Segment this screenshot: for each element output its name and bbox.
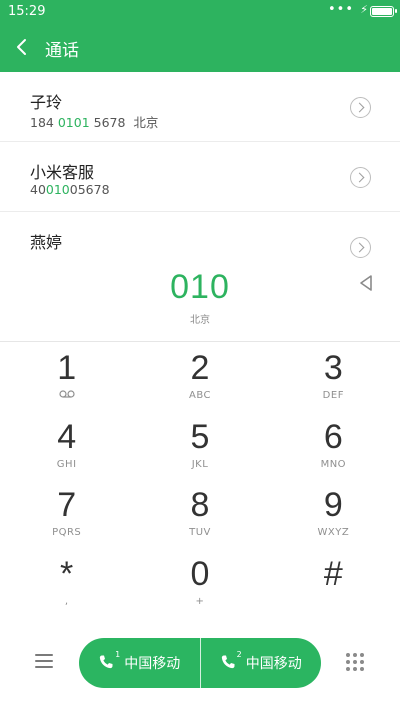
key-2[interactable]: 2 ABC bbox=[133, 348, 266, 417]
hide-keypad-icon[interactable] bbox=[346, 653, 364, 671]
contact-number: 4001005678 bbox=[30, 182, 110, 197]
key-5[interactable]: 5 JKL bbox=[133, 417, 266, 486]
key-digit: 2 bbox=[190, 349, 210, 387]
key-star[interactable]: *, bbox=[0, 554, 133, 623]
contact-item[interactable]: 燕婷 bbox=[0, 212, 400, 258]
carrier-label: 中国移动 bbox=[124, 656, 181, 672]
number-match: 010 bbox=[45, 182, 70, 197]
key-0[interactable]: 0 + bbox=[133, 554, 266, 623]
key-digit: 4 bbox=[57, 417, 77, 456]
key-9[interactable]: 9 WXYZ bbox=[267, 485, 400, 554]
sim-number: 2 bbox=[236, 650, 242, 659]
contact-name: 子玲 bbox=[30, 93, 63, 112]
key-letters: JKL bbox=[191, 458, 209, 470]
call-button-group: 1 中国移动 2 中国移动 bbox=[79, 638, 321, 688]
contact-number: 184 0101 5678 北京 bbox=[30, 112, 158, 131]
key-7[interactable]: 7 PQRS bbox=[0, 485, 133, 554]
key-letters: PQRS bbox=[52, 527, 82, 538]
dial-keypad: 1 2 ABC 3 DEF 4 GHI 5 JKL 6 MNO 7 PQRS 8 TUV 9 W… bbox=[0, 348, 400, 622]
key-letters: TUV bbox=[189, 527, 211, 538]
page-title: 通话 bbox=[45, 41, 79, 61]
key-digit: 3 bbox=[323, 349, 343, 387]
key-digit: 0 bbox=[190, 554, 210, 593]
voicemail-icon bbox=[0, 390, 133, 401]
dialer-bottom-bar: 1 中国移动 2 中国移动 bbox=[0, 638, 400, 690]
contact-detail-chevron-icon[interactable] bbox=[350, 167, 371, 188]
number-prefix: 40 bbox=[30, 182, 46, 197]
sim-number: 1 bbox=[115, 650, 121, 659]
key-letters: GHI bbox=[56, 458, 77, 470]
key-letters: ABC bbox=[188, 390, 211, 401]
key-letters: , bbox=[64, 595, 69, 607]
key-digit: 9 bbox=[323, 486, 343, 524]
menu-icon[interactable] bbox=[35, 654, 53, 670]
status-bar: 15:29 ••• ⚡ bbox=[0, 0, 400, 24]
call-sim1-button[interactable]: 1 中国移动 bbox=[79, 638, 200, 688]
contact-name: 燕婷 bbox=[30, 233, 63, 252]
carrier-label: 中国移动 bbox=[245, 656, 302, 672]
bolt-icon: ⚡ bbox=[360, 3, 368, 16]
chevron-left-icon[interactable] bbox=[12, 35, 34, 59]
key-8[interactable]: 8 TUV bbox=[133, 485, 266, 554]
contact-item[interactable]: 小米客服 4001005678 bbox=[0, 142, 400, 212]
key-digit: * bbox=[60, 554, 74, 593]
status-time: 15:29 bbox=[8, 4, 46, 19]
key-hash[interactable]: # bbox=[267, 554, 400, 623]
contact-detail-chevron-icon[interactable] bbox=[350, 237, 371, 258]
contact-detail-chevron-icon[interactable] bbox=[350, 97, 371, 118]
backspace-icon[interactable] bbox=[358, 274, 374, 292]
battery-level-fill bbox=[372, 8, 392, 15]
key-6[interactable]: 6 MNO bbox=[267, 417, 400, 486]
more-notifications-icon: ••• bbox=[327, 2, 354, 17]
contact-item[interactable]: 子玲 184 0101 5678 北京 bbox=[0, 72, 400, 142]
key-digit: 1 bbox=[57, 349, 77, 387]
number-location: 北京 bbox=[190, 315, 210, 326]
contact-name: 小米客服 bbox=[30, 163, 95, 182]
key-letters: MNO bbox=[320, 458, 347, 470]
contact-results-list: 子玲 184 0101 5678 北京 小米客服 4001005678 燕婷 bbox=[0, 72, 400, 258]
number-prefix: 184 bbox=[30, 115, 58, 130]
call-sim2-button[interactable]: 2 中国移动 bbox=[199, 638, 322, 688]
phone-sim1-icon: 1 bbox=[98, 650, 120, 672]
key-digit: # bbox=[323, 554, 343, 593]
number-suffix: 05678 bbox=[69, 182, 110, 197]
key-letters: DEF bbox=[322, 390, 344, 401]
dialed-number[interactable]: 010 bbox=[0, 268, 400, 307]
app-bar: 通话 bbox=[0, 24, 400, 72]
key-digit: 5 bbox=[190, 417, 210, 456]
key-3[interactable]: 3 DEF bbox=[267, 348, 400, 417]
key-digit: 8 bbox=[190, 486, 210, 524]
dial-display: 010 北京 bbox=[0, 258, 400, 342]
key-digit: 7 bbox=[57, 486, 77, 524]
battery-icon bbox=[370, 6, 397, 17]
number-suffix: 5678 北京 bbox=[89, 115, 159, 130]
key-4[interactable]: 4 GHI bbox=[0, 417, 133, 486]
key-digit: 6 bbox=[323, 417, 343, 456]
key-letters: WXYZ bbox=[317, 527, 350, 538]
phone-sim2-icon: 2 bbox=[220, 650, 242, 672]
key-letters: + bbox=[195, 595, 205, 607]
key-1[interactable]: 1 bbox=[0, 348, 133, 417]
number-match: 0101 bbox=[57, 115, 90, 130]
